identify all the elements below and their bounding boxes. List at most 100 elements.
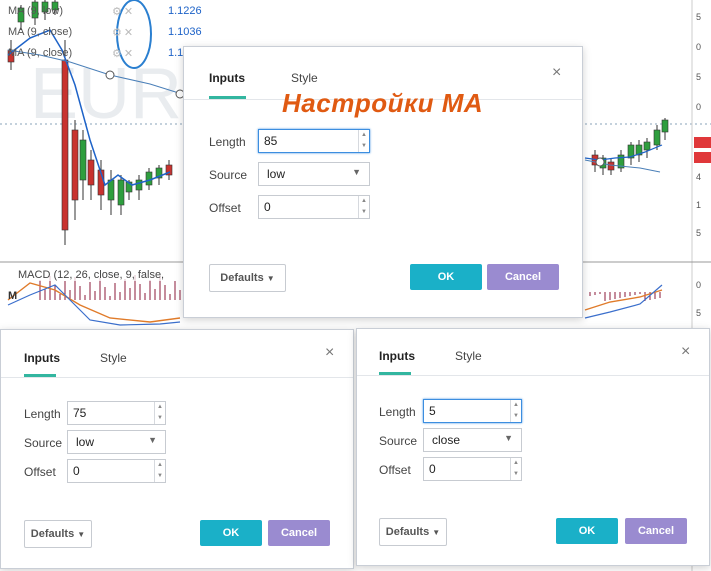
chevron-down-icon[interactable]: ▼: [155, 413, 165, 424]
candle: [135, 179, 143, 191]
source-label: Source: [379, 434, 418, 448]
axis-tick: 5: [696, 72, 702, 82]
close-icon[interactable]: ×: [552, 65, 561, 81]
source-value: low: [267, 167, 286, 181]
cancel-button[interactable]: Cancel: [625, 518, 687, 544]
candle: [107, 179, 115, 201]
indicator-settings-icons[interactable]: ⚙✕: [112, 26, 135, 39]
macd-signal-line: [7, 284, 181, 326]
ok-button[interactable]: OK: [200, 520, 262, 546]
ok-button[interactable]: OK: [556, 518, 618, 544]
cancel-button[interactable]: Cancel: [268, 520, 330, 546]
chevron-down-icon: ▼: [504, 433, 513, 443]
indicator-value: 1.1036: [168, 26, 202, 38]
defaults-button[interactable]: Defaults ▼: [209, 264, 286, 292]
defaults-label: Defaults: [220, 272, 264, 284]
axis-tick: 5: [696, 308, 702, 318]
close-icon[interactable]: ×: [681, 344, 690, 360]
candle: [643, 141, 651, 151]
tab-style[interactable]: Style: [291, 71, 318, 85]
candle: [607, 161, 615, 171]
indicator-value: 1.1: [168, 47, 184, 59]
defaults-label: Defaults: [30, 528, 75, 540]
ma-settings-dialog: Inputs Style × Length 85 ▲ ▼ Source low ▼…: [183, 46, 583, 318]
chevron-down-icon[interactable]: ▼: [511, 469, 521, 480]
axis-tick: 0: [696, 280, 702, 290]
chevron-up-icon[interactable]: ▲: [359, 196, 369, 207]
length-stepper[interactable]: 75 ▲ ▼: [67, 401, 166, 425]
ma-settings-dialog: Inputs Style × Length 75 ▲ ▼ Source low ▼…: [0, 329, 354, 569]
chevron-up-icon[interactable]: ▲: [155, 402, 165, 413]
length-stepper[interactable]: 5 ▲ ▼: [423, 399, 522, 423]
length-label: Length: [209, 135, 246, 149]
length-value: 75: [73, 406, 87, 420]
defaults-button[interactable]: Defaults ▼: [379, 518, 447, 546]
offset-stepper[interactable]: 0 ▲ ▼: [258, 195, 370, 219]
offset-value: 0: [264, 200, 271, 214]
chevron-up-icon[interactable]: ▲: [511, 458, 521, 469]
source-value: low: [76, 435, 95, 449]
candle: [87, 159, 95, 186]
candle: [79, 139, 87, 181]
source-select[interactable]: close ▼: [423, 428, 522, 452]
length-value: 85: [264, 134, 278, 148]
source-select[interactable]: low ▼: [258, 162, 370, 186]
close-icon[interactable]: ×: [325, 345, 334, 361]
chevron-down-icon: ▼: [352, 167, 361, 177]
candle: [661, 119, 669, 133]
length-label: Length: [24, 407, 61, 421]
source-label: Source: [209, 168, 248, 182]
cancel-button[interactable]: Cancel: [487, 264, 559, 290]
source-label: Source: [24, 436, 63, 450]
offset-label: Offset: [209, 201, 241, 215]
macd-marker: M: [8, 290, 18, 302]
length-stepper[interactable]: 85 ▲ ▼: [258, 129, 370, 153]
chevron-up-icon[interactable]: ▲: [155, 460, 165, 471]
tab-style[interactable]: Style: [455, 349, 482, 363]
tab-inputs[interactable]: Inputs: [209, 71, 245, 85]
chevron-up-icon[interactable]: ▲: [359, 130, 369, 141]
length-label: Length: [379, 405, 416, 419]
axis-tick: 4: [696, 172, 702, 182]
price-tag: [694, 152, 711, 163]
offset-stepper[interactable]: 0 ▲ ▼: [423, 457, 522, 481]
candle: [117, 179, 125, 206]
candle: [61, 59, 69, 231]
offset-label: Offset: [24, 465, 56, 479]
chevron-down-icon: ▼: [148, 435, 157, 445]
indicator-row[interactable]: MA (9, close): [8, 26, 72, 38]
chevron-down-icon: ▼: [266, 274, 275, 283]
ok-button[interactable]: OK: [410, 264, 482, 290]
source-value: close: [432, 433, 461, 447]
candle: [145, 171, 153, 186]
offset-value: 0: [429, 462, 436, 476]
tab-inputs[interactable]: Inputs: [24, 351, 60, 365]
chevron-down-icon[interactable]: ▼: [359, 207, 369, 218]
macd-line: [7, 282, 181, 323]
chevron-down-icon[interactable]: ▼: [155, 471, 165, 482]
axis-tick: 5: [696, 12, 702, 22]
chevron-down-icon: ▼: [77, 530, 86, 539]
chevron-down-icon[interactable]: ▼: [359, 141, 369, 152]
indicator-row[interactable]: MA (9, low): [8, 5, 63, 17]
tab-inputs[interactable]: Inputs: [379, 349, 415, 363]
indicator-settings-icons[interactable]: ⚙✕: [112, 5, 135, 18]
ma-settings-dialog: Inputs Style × Length 5 ▲ ▼ Source close …: [356, 328, 710, 566]
length-value: 5: [429, 404, 436, 418]
indicator-settings-icons[interactable]: ⚙✕: [112, 47, 135, 60]
chevron-down-icon[interactable]: ▼: [511, 411, 521, 422]
macd-legend[interactable]: MACD (12, 26, close, 9, false,: [18, 269, 165, 281]
indicator-row[interactable]: MA (9, close): [8, 47, 72, 59]
offset-stepper[interactable]: 0 ▲ ▼: [67, 459, 166, 483]
chevron-up-icon[interactable]: ▲: [511, 400, 521, 411]
indicator-value: 1.1226: [168, 5, 202, 17]
offset-label: Offset: [379, 463, 411, 477]
axis-tick: 1: [696, 200, 702, 210]
source-select[interactable]: low ▼: [67, 430, 166, 454]
defaults-label: Defaults: [385, 526, 430, 538]
tab-style[interactable]: Style: [100, 351, 127, 365]
defaults-button[interactable]: Defaults ▼: [24, 520, 92, 548]
chevron-down-icon: ▼: [432, 528, 441, 537]
candle: [71, 129, 79, 201]
axis-tick: 0: [696, 42, 702, 52]
